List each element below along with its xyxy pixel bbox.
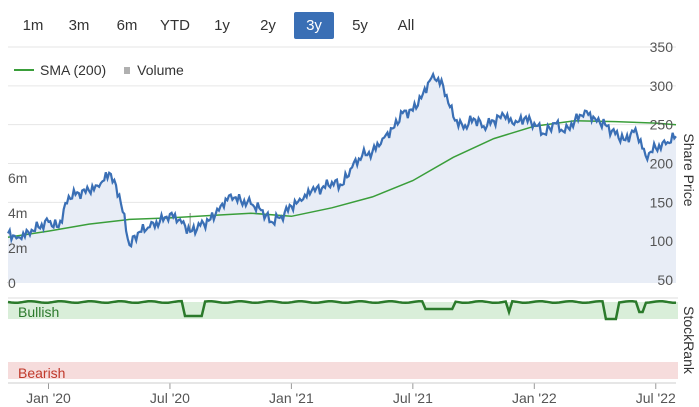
time-tick-label: Jul '21 [393,390,433,406]
share-price-axis-title: Share Price [681,133,697,206]
bearish-label: Bearish [18,365,65,381]
volume-tick-label: 6m [8,170,27,186]
time-tick-label: Jan '20 [26,390,71,406]
time-tick-label: Jul '22 [636,390,676,406]
volume-tick-label: 4m [8,205,27,221]
price-tick-label: 250 [650,117,674,133]
time-tick-label: Jan '21 [269,390,314,406]
bullish-band [8,302,678,319]
price-tick-label: 150 [650,194,674,210]
stockrank-axis-title: StockRank [681,306,697,375]
time-tick-label: Jan '22 [512,390,557,406]
share-price-chart[interactable]: 350 300 250 200 150 100 50 6m 4m 2m 0 Share Price… [0,0,699,407]
time-axis-ticks: Jan '20 Jul '20 Jan '21 Jul '21 Jan '22 Jul '… [8,382,676,406]
price-tick-label: 200 [650,156,674,172]
bullish-label: Bullish [18,304,59,320]
time-tick-label: Jul '20 [150,390,190,406]
volume-tick-label: 0 [8,275,16,291]
price-tick-label: 100 [650,233,674,249]
price-tick-label: 300 [650,78,674,94]
bearish-band [8,362,678,379]
volume-tick-label: 2m [8,240,27,256]
price-tick-label: 50 [657,272,673,288]
price-tick-label: 350 [650,39,674,55]
